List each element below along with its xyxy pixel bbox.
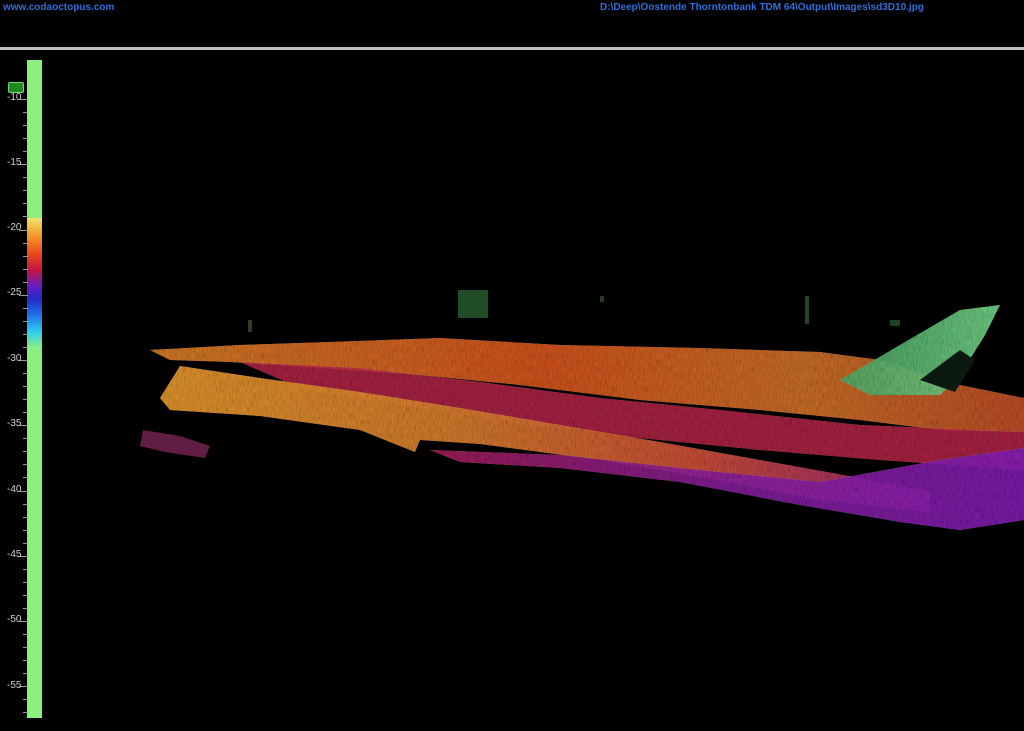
sonar-3d-view[interactable]	[0, 50, 1024, 731]
file-path-label: D:\Deep\Oostende Thorntonbank TDM 64\Out…	[600, 2, 924, 13]
website-label: www.codaoctopus.com	[3, 2, 115, 13]
wreck-structure	[840, 305, 1000, 395]
seabed-fragment-left	[140, 430, 210, 458]
point-cloud-debris	[248, 290, 900, 332]
